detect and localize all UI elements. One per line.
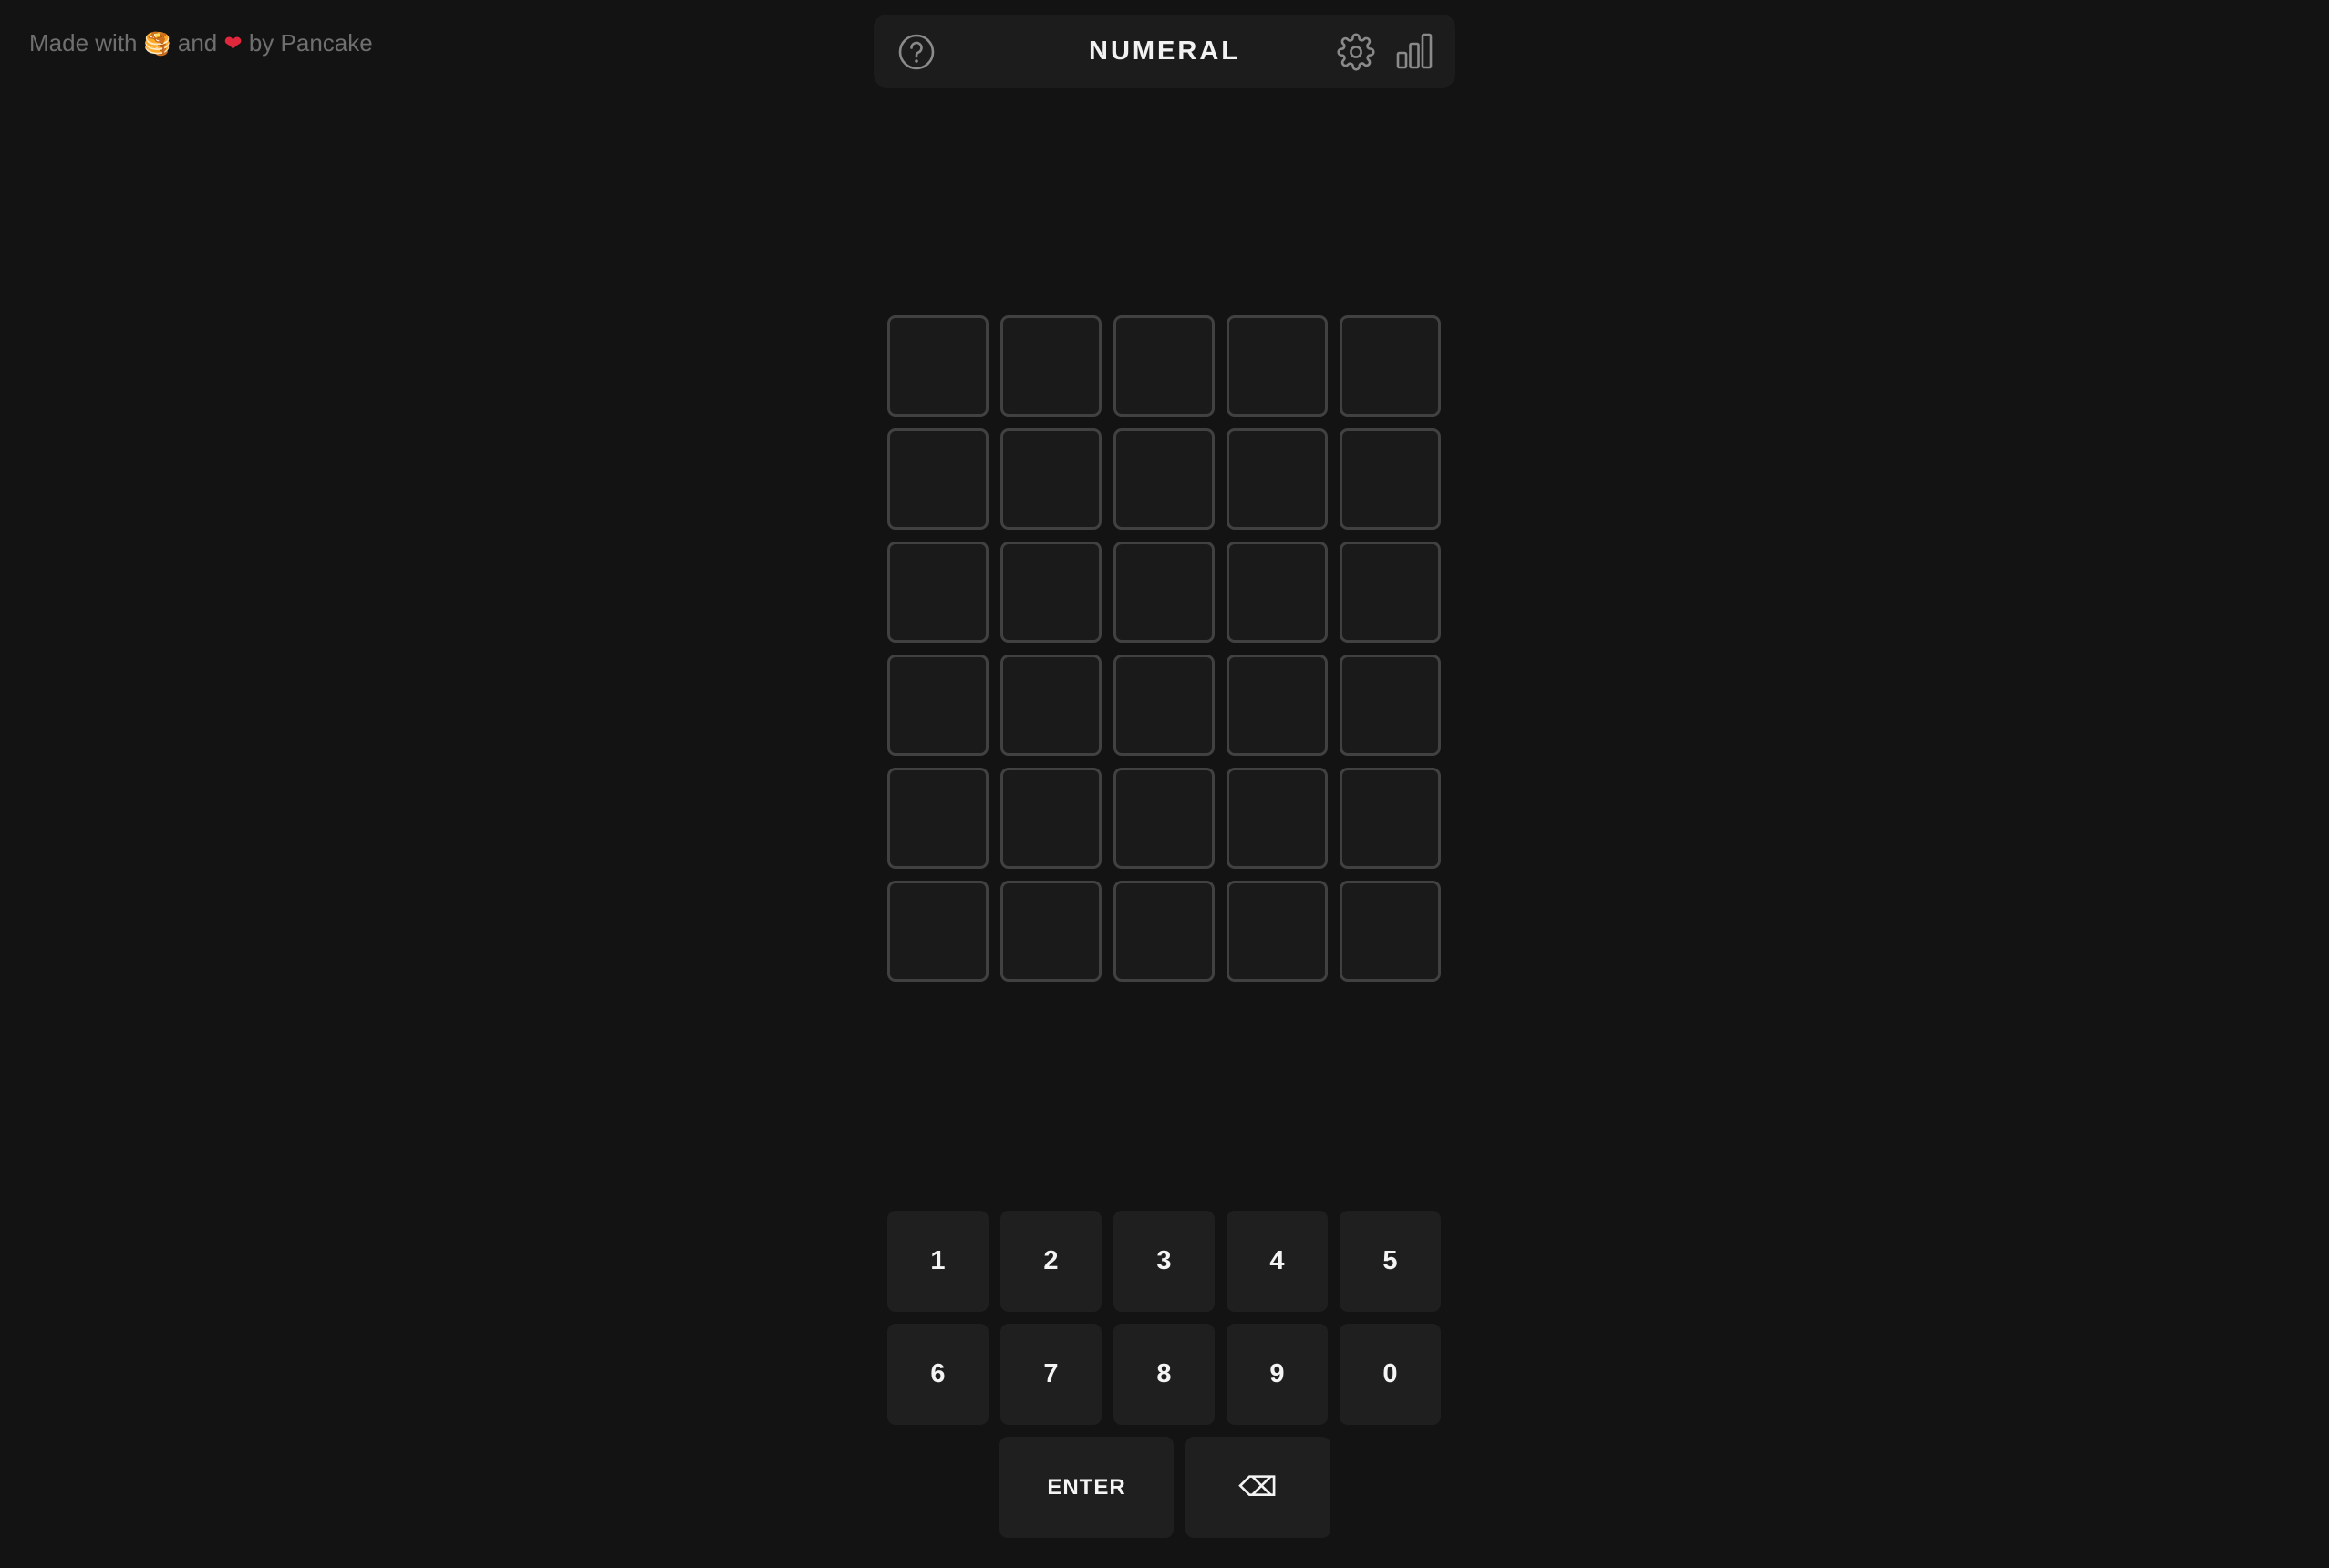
header-bar: NUMERAL [874,15,1455,88]
keyboard-row: ENTER ⌫ [887,1437,1442,1538]
board-tile [1113,315,1215,417]
board-tile [1113,428,1215,530]
board-tile [1340,768,1441,869]
number-keyboard: 1 2 3 4 5 6 7 8 9 0 ENTER ⌫ [887,1211,1442,1550]
backspace-key[interactable]: ⌫ [1185,1437,1330,1538]
help-icon [898,34,935,70]
board-tile [1113,542,1215,643]
stats-icon [1396,33,1433,69]
board-tile [1340,881,1441,982]
board-tile [1000,655,1102,756]
key-8[interactable]: 8 [1113,1324,1215,1425]
board-tile [1000,428,1102,530]
pancake-emoji: 🥞 [143,32,171,57]
heart-emoji: ❤ [223,32,243,57]
board-tile [887,428,989,530]
keyboard-row: 6 7 8 9 0 [887,1324,1442,1425]
stats-button[interactable] [1393,31,1435,73]
board-tile [1000,881,1102,982]
key-4[interactable]: 4 [1227,1211,1328,1312]
key-9[interactable]: 9 [1227,1324,1328,1425]
board-tile [1227,428,1328,530]
board-tile [1227,315,1328,417]
board-tile [1340,655,1441,756]
board-tile [1000,315,1102,417]
key-1[interactable]: 1 [887,1211,989,1312]
board-tile [1000,542,1102,643]
key-3[interactable]: 3 [1113,1211,1215,1312]
board-tile [1113,881,1215,982]
board-tile [887,881,989,982]
board-tile [1340,428,1441,530]
board-tile [1340,315,1441,417]
board-tile [1227,655,1328,756]
credit-suffix: by Pancake [248,29,373,57]
credit-line: Made with 🥞 and ❤ by Pancake [29,27,373,60]
keyboard-row: 1 2 3 4 5 [887,1211,1442,1312]
key-2[interactable]: 2 [1000,1211,1102,1312]
game-page: Made with 🥞 and ❤ by Pancake NUMERAL 1 2… [0,0,2329,1568]
board-tile [1113,655,1215,756]
board-tile [887,768,989,869]
guess-board [887,315,1442,982]
credit-middle: and [177,29,218,57]
credit-prefix: Made with [29,29,138,57]
key-6[interactable]: 6 [887,1324,989,1425]
board-tile [1000,768,1102,869]
board-tile [1227,542,1328,643]
board-tile [1340,542,1441,643]
enter-key[interactable]: ENTER [999,1437,1174,1538]
board-tile [1227,768,1328,869]
key-0[interactable]: 0 [1340,1324,1441,1425]
key-5[interactable]: 5 [1340,1211,1441,1312]
key-7[interactable]: 7 [1000,1324,1102,1425]
settings-button[interactable] [1335,31,1377,73]
board-tile [1227,881,1328,982]
help-button[interactable] [895,31,937,73]
gear-icon [1337,33,1375,71]
board-tile [1113,768,1215,869]
board-tile [887,542,989,643]
board-tile [887,315,989,417]
board-tile [887,655,989,756]
